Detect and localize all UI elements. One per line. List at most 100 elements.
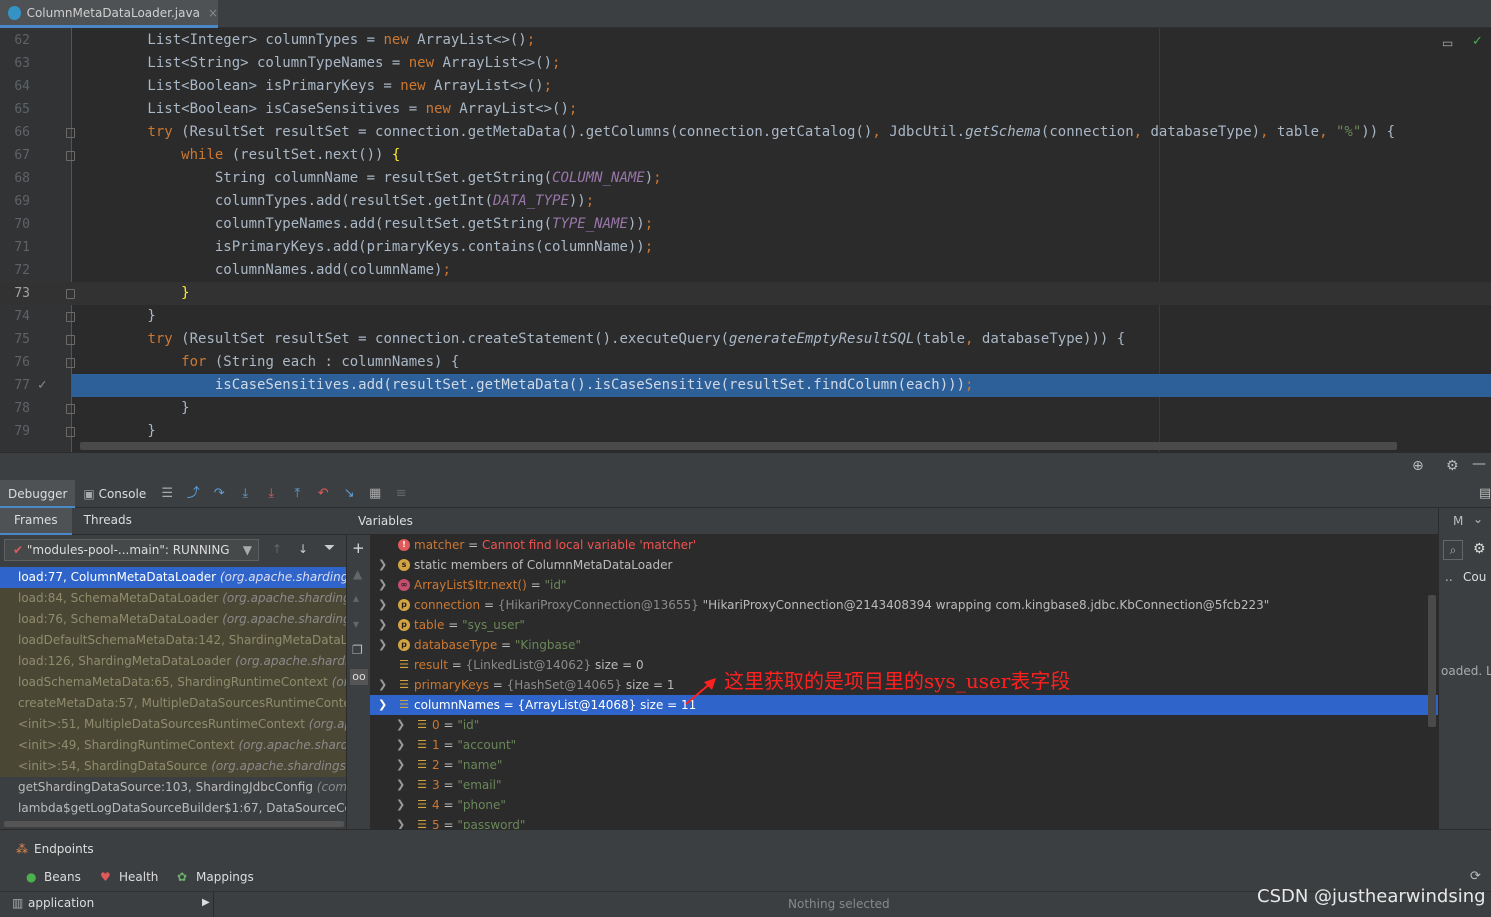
- stack-frame[interactable]: load:76, SchemaMetaDataLoader (org.apach…: [0, 609, 346, 630]
- stack-frame[interactable]: load:84, SchemaMetaDataLoader (org.apach…: [0, 588, 346, 609]
- step-over-icon[interactable]: ↷: [212, 486, 226, 501]
- chevron-right-icon[interactable]: ❯: [378, 635, 388, 655]
- reader-mode-icon[interactable]: ▭: [1442, 36, 1453, 50]
- chevron-right-icon[interactable]: ❯: [396, 715, 406, 735]
- code-line-74: 74 }: [14, 308, 156, 324]
- gear-icon[interactable]: ⚙: [1446, 458, 1459, 474]
- java-class-icon: [8, 5, 21, 20]
- search-icon[interactable]: ⌕: [1443, 540, 1463, 560]
- application-tree[interactable]: ▥ application ▶: [0, 892, 214, 917]
- evaluate-expression-icon[interactable]: ▦: [368, 486, 382, 501]
- tab-mappings[interactable]: Mappings: [196, 870, 254, 884]
- editor-tab[interactable]: ColumnMetaDataLoader.java ×: [0, 0, 218, 28]
- endpoints-label[interactable]: Endpoints: [34, 842, 94, 856]
- variable-row[interactable]: ❯ ☰ columnNames = {ArrayList@14068} size =…: [370, 695, 1438, 715]
- code-line-76: 76 for (String each : columnNames) {: [14, 354, 460, 370]
- variables-header: Variables: [346, 508, 1438, 535]
- chevron-right-icon[interactable]: ❯: [378, 595, 388, 615]
- variable-row[interactable]: ❯ ☰ 4 = "phone": [370, 795, 1438, 815]
- chevron-right-icon[interactable]: ❯: [396, 775, 406, 795]
- stack-frame[interactable]: load:77, ColumnMetaDataLoader (org.apach…: [0, 567, 346, 588]
- chevron-right-icon[interactable]: ▶: [202, 897, 210, 908]
- arrow-up-icon[interactable]: ↑: [272, 542, 282, 556]
- code-line-78: 78 }: [14, 400, 190, 416]
- annotation-text: 这里获取的是项目里的sys_user表字段: [724, 669, 1071, 693]
- gear-icon[interactable]: ⚙: [1473, 541, 1486, 557]
- tab-filename: ColumnMetaDataLoader.java: [26, 5, 200, 20]
- chevron-right-icon[interactable]: ❯: [378, 575, 388, 595]
- code-line-62: 62 List<Integer> columnTypes = new Array…: [14, 32, 536, 48]
- watches-icon[interactable]: oo: [350, 669, 368, 685]
- show-execution-point-icon[interactable]: ⤴: [186, 486, 200, 501]
- tab-beans[interactable]: Beans: [44, 870, 81, 884]
- variable-row[interactable]: ❯ p table = "sys_user": [370, 615, 1438, 635]
- variable-row[interactable]: ❯ s static members of ColumnMetaDataLoader: [370, 555, 1438, 575]
- editor-tab-bar: ColumnMetaDataLoader.java ×: [0, 0, 1491, 28]
- status-bar: ▥ application ▶ Nothing selected CSDN @j…: [0, 886, 1491, 917]
- tab-threads[interactable]: Threads: [72, 508, 144, 535]
- variable-row[interactable]: ❯ p databaseType = "Kingbase": [370, 635, 1438, 655]
- chevron-right-icon[interactable]: ❯: [396, 735, 406, 755]
- chevron-down-icon[interactable]: ⌄: [1473, 512, 1483, 526]
- crosshair-icon[interactable]: ⊕: [1412, 458, 1424, 474]
- stack-frame[interactable]: lambda$getLogDataSourceBuilder$1:67, Dat…: [0, 798, 346, 819]
- stack-frame[interactable]: <init>:54, ShardingDataSource (org.apach…: [0, 756, 346, 777]
- list-icon: ☰: [417, 818, 427, 830]
- tab-frames[interactable]: Frames: [0, 508, 72, 535]
- endpoints-icon: ⁂: [16, 842, 28, 856]
- stack-frame[interactable]: getShardingDataSource:103, ShardingJdbcC…: [0, 777, 346, 798]
- tab-debugger[interactable]: Debugger: [0, 479, 76, 508]
- stack-frame[interactable]: <init>:51, MultipleDataSourcesRuntimeCon…: [0, 714, 346, 735]
- thread-check-icon: ✔: [13, 543, 27, 557]
- variable-row[interactable]: ❯ ∞ ArrayList$Itr.next() = "id": [370, 575, 1438, 595]
- frames-horizontal-scrollbar[interactable]: [4, 821, 344, 827]
- code-editor[interactable]: 62 List<Integer> columnTypes = new Array…: [0, 28, 1491, 452]
- tab-console[interactable]: ▣ Console: [75, 480, 154, 508]
- chevron-right-icon[interactable]: ❯: [378, 615, 388, 635]
- layout-icon[interactable]: ▤: [1478, 487, 1491, 501]
- arrow-up-icon: ▴: [353, 591, 360, 605]
- frames-panel: ✔ "modules-pool-...main": RUNNING ▼ ↑ ↓ ⏷…: [0, 535, 346, 829]
- force-step-into-icon[interactable]: ⤓: [264, 486, 278, 501]
- chevron-right-icon[interactable]: ❯: [378, 555, 388, 575]
- variable-row[interactable]: ❯ ☰ 1 = "account": [370, 735, 1438, 755]
- chevron-right-icon[interactable]: ❯: [396, 815, 406, 829]
- stack-frame[interactable]: loadDefaultSchemaMetaData:142, ShardingM…: [0, 630, 346, 651]
- horizontal-scrollbar[interactable]: [80, 442, 1397, 450]
- close-icon[interactable]: ×: [208, 6, 218, 20]
- variable-row[interactable]: ❯ ☰ 2 = "name": [370, 755, 1438, 775]
- variable-row[interactable]: ❯ ☰ 3 = "email": [370, 775, 1438, 795]
- chevron-right-icon[interactable]: ❯: [378, 675, 388, 695]
- copy-icon[interactable]: ❐: [352, 643, 363, 657]
- stack-frame[interactable]: load:126, ShardingMetaDataLoader (org.ap…: [0, 651, 346, 672]
- filter-icon[interactable]: ⏷: [324, 540, 335, 556]
- chevron-down-icon: ▼: [242, 543, 252, 557]
- arrow-down-icon[interactable]: ↓: [298, 542, 308, 556]
- thread-selector[interactable]: ✔ "modules-pool-...main": RUNNING ▼: [4, 539, 259, 561]
- code-line-67: 67 while (resultSet.next()) {: [14, 147, 401, 163]
- chevron-right-icon[interactable]: ❯: [396, 795, 406, 815]
- code-line-75: 75 try (ResultSet resultSet = connection…: [14, 331, 1126, 347]
- add-watch-icon[interactable]: +: [352, 539, 365, 557]
- drop-frame-icon[interactable]: ↶: [316, 486, 330, 501]
- inspection-ok-icon[interactable]: ✓: [1472, 34, 1483, 49]
- tab-health[interactable]: Health: [119, 870, 158, 884]
- code-line-71: 71 isPrimaryKeys.add(primaryKeys.contain…: [14, 239, 654, 255]
- variable-row[interactable]: ❯ ☰ 5 = "password": [370, 815, 1438, 829]
- variables-scrollbar[interactable]: [1428, 595, 1436, 727]
- menu-icon[interactable]: ☰: [160, 486, 174, 501]
- run-to-cursor-icon[interactable]: ↘: [342, 486, 356, 501]
- variable-row[interactable]: ❯ ☰ 0 = "id": [370, 715, 1438, 735]
- stack-frame[interactable]: loadSchemaMetaData:65, ShardingRuntimeCo…: [0, 672, 346, 693]
- refresh-icon[interactable]: ⟳: [1470, 869, 1481, 884]
- variable-row[interactable]: ❯ p connection = {HikariProxyConnection@13…: [370, 595, 1438, 615]
- chevron-right-icon[interactable]: ❯: [396, 755, 406, 775]
- step-into-icon[interactable]: ⤓: [238, 486, 252, 501]
- step-out-icon[interactable]: ⤒: [290, 486, 304, 501]
- stack-frame[interactable]: <init>:49, ShardingRuntimeContext (org.a…: [0, 735, 346, 756]
- minimize-icon[interactable]: —: [1472, 456, 1486, 472]
- breakpoint-check-icon[interactable]: ✓: [38, 374, 46, 397]
- chevron-down-icon[interactable]: ❯: [378, 695, 388, 715]
- stack-frame[interactable]: createMetaData:57, MultipleDataSourcesRu…: [0, 693, 346, 714]
- variable-row[interactable]: ! matcher = Cannot find local variable 'm…: [370, 535, 1438, 555]
